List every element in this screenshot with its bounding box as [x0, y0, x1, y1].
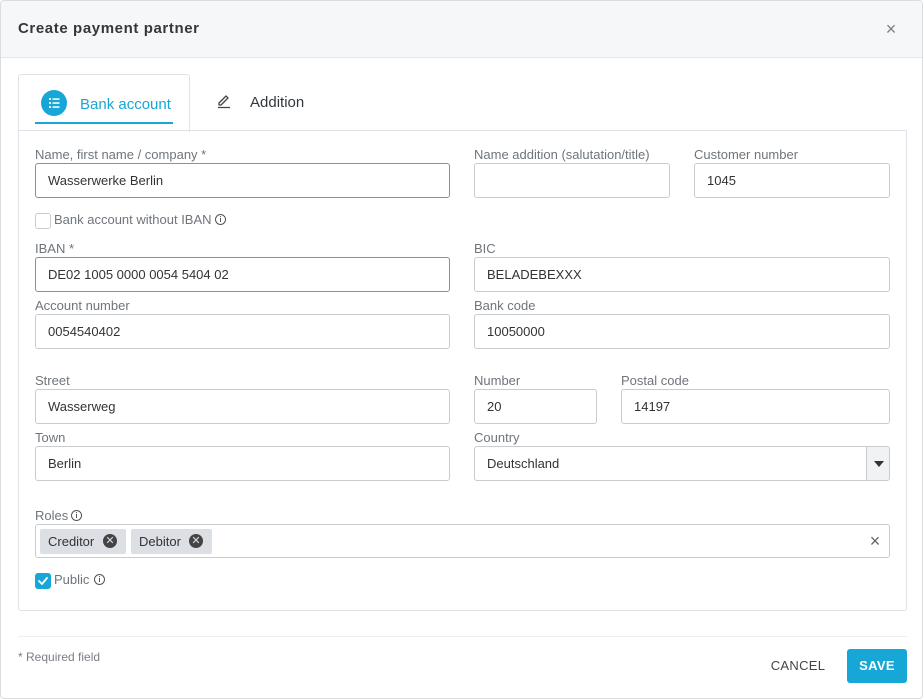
- bic-label: BIC: [474, 241, 496, 256]
- active-tab-indicator: [35, 122, 173, 124]
- dialog-title: Create payment partner: [18, 20, 200, 37]
- town-input[interactable]: Berlin: [35, 446, 450, 481]
- tab-bank-account-label: Bank account: [80, 96, 171, 113]
- role-chip-debitor: Debitor ✕: [131, 529, 212, 554]
- country-select[interactable]: Deutschland: [474, 446, 867, 481]
- cancel-button[interactable]: CANCEL: [763, 650, 833, 682]
- required-field-note: * Required field: [18, 650, 101, 664]
- remove-icon[interactable]: ✕: [103, 534, 117, 548]
- role-chip-label: Debitor: [139, 534, 181, 549]
- tab-bank-account[interactable]: Bank account: [18, 74, 190, 132]
- pencil-icon: [216, 93, 232, 109]
- postal-code-label: Postal code: [621, 373, 689, 388]
- info-icon: [215, 214, 226, 225]
- bank-code-label: Bank code: [474, 298, 536, 313]
- roles-label: Roles: [35, 508, 69, 523]
- create-payment-partner-dialog: Create payment partner × Bank account Ad…: [0, 0, 923, 699]
- name-addition-input[interactable]: [474, 163, 670, 198]
- country-label: Country: [474, 430, 520, 445]
- bic-input[interactable]: BELADEBEXXX: [474, 257, 890, 292]
- bank-code-input[interactable]: 10050000: [474, 314, 890, 349]
- close-icon[interactable]: ×: [880, 19, 902, 41]
- name-label: Name, first name / company *: [35, 147, 207, 162]
- tab-addition-label: Addition: [250, 94, 305, 111]
- tab-bar: Bank account Addition: [18, 74, 907, 132]
- clear-roles-icon[interactable]: ×: [867, 531, 883, 551]
- info-icon: [71, 510, 82, 521]
- role-chip-label: Creditor: [48, 534, 95, 549]
- tab-addition[interactable]: Addition: [208, 74, 328, 131]
- number-input[interactable]: 20: [474, 389, 597, 424]
- postal-code-input[interactable]: 14197: [621, 389, 890, 424]
- no-iban-label: Bank account without IBAN: [54, 212, 212, 227]
- public-label: Public: [54, 572, 90, 587]
- town-label: Town: [35, 430, 66, 445]
- role-chip-creditor: Creditor ✕: [40, 529, 126, 554]
- dialog-header: Create payment partner ×: [1, 1, 922, 58]
- public-checkbox[interactable]: [35, 573, 51, 589]
- iban-label: IBAN *: [35, 241, 75, 256]
- street-input[interactable]: Wasserweg: [35, 389, 450, 424]
- street-label: Street: [35, 373, 70, 388]
- customer-number-input[interactable]: 1045: [694, 163, 890, 198]
- iban-input[interactable]: DE02 1005 0000 0054 5404 02: [35, 257, 450, 292]
- customer-number-label: Customer number: [694, 147, 799, 162]
- no-iban-checkbox[interactable]: [35, 213, 51, 229]
- footer-divider: [18, 636, 907, 637]
- account-number-input[interactable]: 0054540402: [35, 314, 450, 349]
- remove-icon[interactable]: ✕: [189, 534, 203, 548]
- checkmark-icon: [38, 577, 48, 585]
- save-button[interactable]: SAVE: [847, 649, 907, 683]
- number-label: Number: [474, 373, 521, 388]
- account-number-label: Account number: [35, 298, 130, 313]
- info-icon: [94, 574, 105, 585]
- list-icon: [41, 90, 67, 116]
- chevron-down-icon[interactable]: [866, 446, 890, 481]
- name-input[interactable]: Wasserwerke Berlin: [35, 163, 450, 198]
- name-addition-label: Name addition (salutation/title): [474, 147, 650, 162]
